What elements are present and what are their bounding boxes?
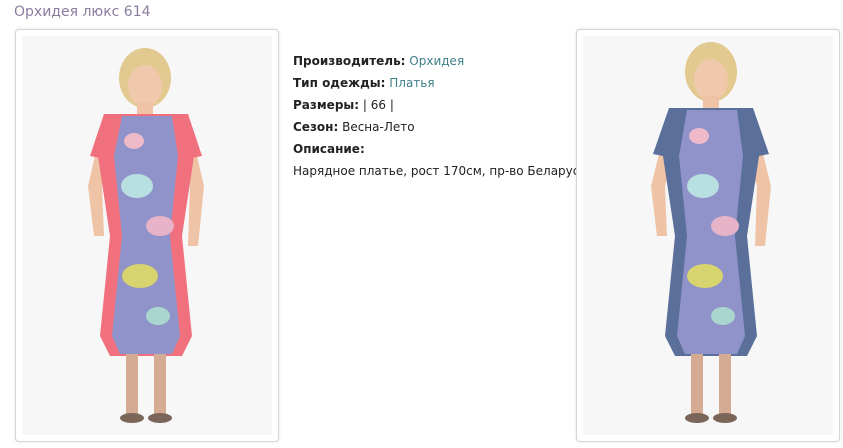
dress-photo-icon: [583, 36, 833, 435]
season-label: Сезон:: [293, 120, 339, 134]
season-row: Сезон: Весна-Лето: [293, 116, 586, 138]
product-photo-blue[interactable]: [576, 29, 840, 442]
product-title: Орхидея люкс 614: [14, 4, 151, 20]
season-value: Весна-Лето: [342, 120, 415, 134]
sizes-value: | 66 |: [362, 98, 394, 112]
dress-photo-icon: [22, 36, 272, 435]
sizes-label: Размеры:: [293, 98, 360, 112]
type-row: Тип одежды: Платья: [293, 72, 586, 94]
sizes-row: Размеры: | 66 |: [293, 94, 586, 116]
description-label: Описание:: [293, 142, 365, 156]
description-label-row: Описание:: [293, 138, 586, 160]
manufacturer-row: Производитель: Орхидея: [293, 50, 586, 72]
product-details: Производитель: Орхидея Тип одежды: Плать…: [293, 50, 586, 182]
manufacturer-link[interactable]: Орхидея: [409, 54, 464, 68]
type-label: Тип одежды:: [293, 76, 386, 90]
product-photo-pink[interactable]: [15, 29, 279, 442]
description-value: Нарядное платье, рост 170см, пр-во Белар…: [293, 164, 587, 178]
manufacturer-label: Производитель:: [293, 54, 406, 68]
type-link[interactable]: Платья: [389, 76, 434, 90]
